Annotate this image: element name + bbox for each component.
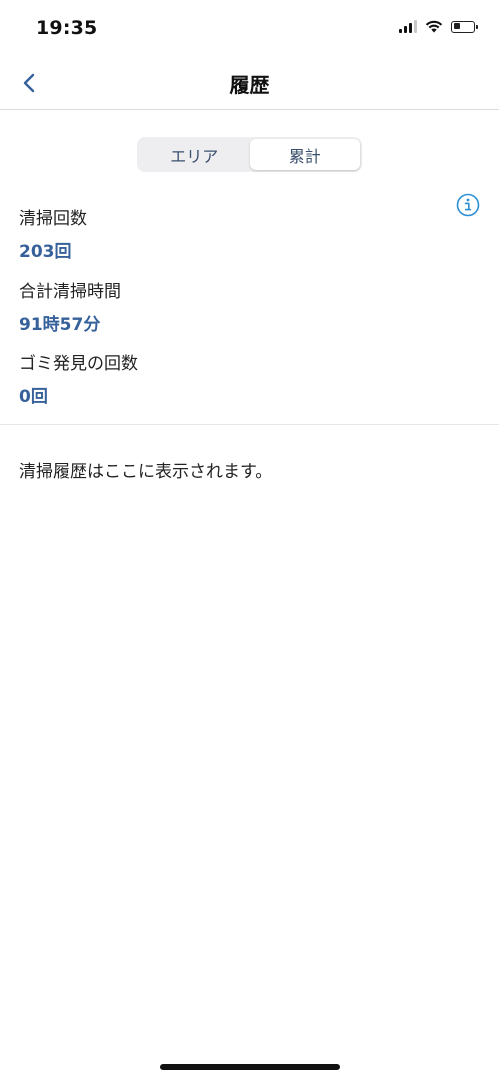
stat-label-total-cleaning-time: 合計清掃時間 [19, 282, 121, 302]
page-title: 履歴 [229, 73, 270, 97]
info-button[interactable] [456, 193, 480, 217]
stat-value-total-cleaning-time: 91時57分 [19, 315, 101, 335]
stat-value-cleaning-count: 203回 [19, 242, 72, 262]
battery-icon [451, 20, 478, 33]
section-divider [0, 424, 499, 425]
history-empty-message: 清掃履歴はここに表示されます。 [19, 462, 273, 482]
status-time: 19:35 [36, 17, 98, 39]
navigation-bar: 履歴 [0, 56, 499, 110]
home-indicator[interactable] [160, 1064, 340, 1070]
status-icons [399, 20, 478, 33]
cellular-signal-icon [399, 20, 417, 33]
segmented-control: エリア 累計 [137, 137, 362, 172]
stat-value-dirt-found-count: 0回 [19, 387, 48, 407]
info-circle-icon [456, 193, 480, 217]
tab-cumulative[interactable]: 累計 [249, 139, 360, 170]
status-bar: 19:35 [0, 0, 499, 56]
stat-label-cleaning-count: 清掃回数 [19, 209, 87, 229]
tab-area[interactable]: エリア [139, 139, 250, 170]
wifi-icon [425, 20, 443, 33]
stat-label-dirt-found-count: ゴミ発見の回数 [19, 354, 138, 374]
